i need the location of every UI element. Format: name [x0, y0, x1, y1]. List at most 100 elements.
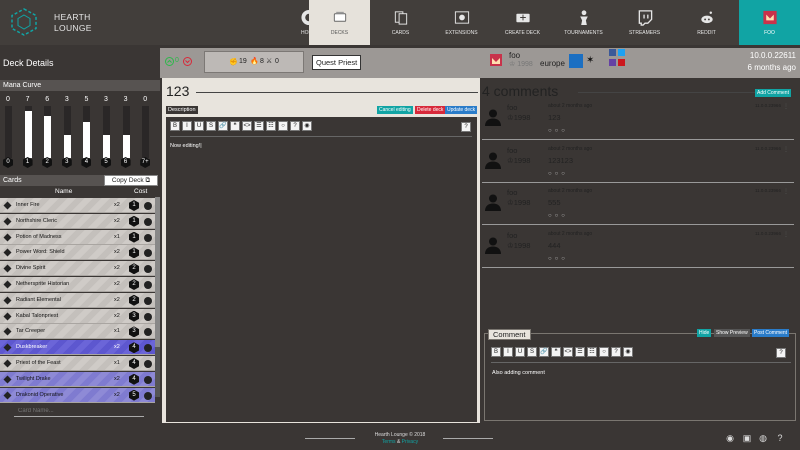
toolbar-button[interactable]: ◉	[623, 347, 633, 357]
nav-streamers[interactable]: STREAMERS	[614, 0, 675, 45]
brand-logo[interactable]: HEARTH LOUNGE	[0, 0, 120, 45]
toolbar-button[interactable]: S	[206, 121, 216, 131]
card-row[interactable]: Kabal Talonpriest x2 3	[0, 308, 155, 324]
help-icon[interactable]: ?	[461, 122, 471, 132]
scrollbar-thumb[interactable]	[155, 197, 160, 347]
column-cost[interactable]: Cost	[134, 188, 147, 195]
card-row[interactable]: Power Word: Shield x2 1	[0, 245, 155, 261]
card-row[interactable]: Potion of Madness x1 1	[0, 229, 155, 245]
toolbar-button[interactable]: B	[170, 121, 180, 131]
card-row[interactable]: Twilight Drake x2 4	[0, 371, 155, 387]
youtube-icon[interactable]	[618, 59, 625, 66]
card-row[interactable]: Northshire Cleric x2 1	[0, 213, 155, 229]
card-row[interactable]: Inner Fire x2 1	[0, 198, 155, 213]
remove-card-icon[interactable]	[144, 312, 152, 321]
author-avatar-icon[interactable]	[490, 54, 502, 66]
toolbar-button[interactable]: ☷	[587, 347, 597, 357]
card-row[interactable]: Drakonid Operative x2 5	[0, 387, 155, 403]
remove-card-icon[interactable]	[144, 265, 152, 274]
remove-card-icon[interactable]	[144, 375, 152, 384]
remove-card-icon[interactable]	[144, 328, 152, 337]
more-options-icon[interactable]: ⋮	[783, 188, 789, 195]
cancel-editing-button[interactable]: Cancel editing	[377, 106, 413, 114]
comment-vote-icons[interactable]: ○○○	[548, 256, 568, 262]
comment-author[interactable]: foo	[507, 231, 517, 240]
card-row[interactable]: Nethersprite Historian x2 2	[0, 277, 155, 292]
remove-card-icon[interactable]	[144, 391, 152, 400]
help-footer-icon[interactable]: ?	[775, 433, 785, 443]
comment-vote-icons[interactable]: ○○○	[548, 128, 568, 134]
toolbar-button[interactable]: 🔗	[218, 121, 228, 131]
remove-card-icon[interactable]	[144, 360, 152, 368]
privacy-link[interactable]: Privacy	[402, 439, 418, 445]
upvote-icon[interactable]	[165, 57, 174, 66]
more-options-icon[interactable]: ⋮	[783, 146, 789, 153]
update-deck-button[interactable]: Update deck	[445, 106, 478, 114]
comment-author[interactable]: foo	[507, 188, 517, 197]
show-preview-button[interactable]: Show Preview	[714, 329, 750, 337]
comment-editor-text[interactable]: Also adding comment	[492, 370, 545, 376]
card-row[interactable]: Divine Spirit x2 2	[0, 261, 155, 277]
nav-cards[interactable]: CARDS	[370, 0, 431, 45]
post-comment-button[interactable]: Post Comment	[752, 329, 790, 337]
toolbar-button[interactable]: U	[194, 121, 204, 131]
remove-card-icon[interactable]	[144, 344, 152, 353]
comment-vote-icons[interactable]: ○○○	[548, 171, 568, 177]
hide-comment-button[interactable]: Hide	[697, 329, 712, 337]
remove-card-icon[interactable]	[144, 217, 152, 226]
editor-content[interactable]: Now editing!|	[170, 143, 202, 149]
toolbar-button[interactable]: ❝	[551, 347, 561, 357]
nav-create-deck[interactable]: CREATE DECK	[492, 0, 553, 45]
toolbar-button[interactable]: ○	[599, 347, 609, 357]
toolbar-button[interactable]: ☰	[254, 121, 264, 131]
card-row[interactable]: Radiant Elemental x2 2	[0, 292, 155, 308]
remove-card-icon[interactable]	[144, 249, 152, 258]
delete-deck-button[interactable]: Delete deck	[415, 106, 446, 114]
toolbar-button[interactable]: <>	[242, 121, 252, 131]
toolbar-button[interactable]: ☰	[575, 347, 585, 357]
author-name[interactable]: foo	[509, 51, 520, 60]
nav-extensions[interactable]: EXTENSIONS	[431, 0, 492, 45]
toolbar-button[interactable]: S	[527, 347, 537, 357]
card-row[interactable]: Duskbreaker x2 4	[0, 340, 155, 356]
nav-decks[interactable]: DECKS	[309, 0, 370, 45]
more-options-icon[interactable]: ⋮	[783, 103, 789, 110]
toolbar-button[interactable]: U	[515, 347, 525, 357]
card-name-search-input[interactable]	[14, 405, 144, 417]
terms-link[interactable]: Terms	[382, 439, 396, 445]
remove-card-icon[interactable]	[144, 233, 152, 242]
toolbar-button[interactable]: ❝	[230, 121, 240, 131]
downvote-icon[interactable]	[183, 57, 192, 66]
remove-card-icon[interactable]	[144, 202, 152, 210]
toolbar-button[interactable]: ◉	[302, 121, 312, 131]
twitter-icon[interactable]	[618, 49, 625, 56]
github-icon[interactable]: ◉	[725, 433, 735, 443]
toolbar-button[interactable]: ?	[290, 121, 300, 131]
twitch-footer-icon[interactable]: ▣	[742, 433, 752, 443]
discord-icon[interactable]: ◍	[758, 433, 768, 443]
more-options-icon[interactable]: ⋮	[783, 231, 789, 238]
comment-author[interactable]: foo	[507, 146, 517, 155]
toolbar-button[interactable]: I	[182, 121, 192, 131]
add-comment-button[interactable]: Add Comment	[755, 89, 791, 97]
toolbar-button[interactable]: B	[491, 347, 501, 357]
card-row[interactable]: Tar Creeper x1 3	[0, 324, 155, 340]
archetype-badge[interactable]: Quest Priest	[312, 55, 362, 70]
remove-card-icon[interactable]	[144, 296, 152, 305]
description-editor[interactable]	[166, 117, 477, 422]
nav-user-profile[interactable]: FOO	[739, 0, 800, 45]
nav-reddit[interactable]: REDDIT	[676, 0, 737, 45]
remove-card-icon[interactable]	[144, 281, 152, 289]
twitch-social-icon[interactable]	[609, 59, 616, 66]
comment-help-icon[interactable]: ?	[776, 348, 786, 358]
toolbar-button[interactable]: ○	[278, 121, 288, 131]
toolbar-button[interactable]: ☷	[266, 121, 276, 131]
toolbar-button[interactable]: <>	[563, 347, 573, 357]
comment-vote-icons[interactable]: ○○○	[548, 213, 568, 219]
card-row[interactable]: Priest of the Feast x1 4	[0, 356, 155, 371]
copy-deck-button[interactable]: Copy Deck ⧉	[104, 175, 158, 186]
column-name[interactable]: Name	[55, 188, 72, 195]
toolbar-button[interactable]: 🔗	[539, 347, 549, 357]
nav-tournaments[interactable]: TOURNAMENTS	[553, 0, 614, 45]
toolbar-button[interactable]: I	[503, 347, 513, 357]
